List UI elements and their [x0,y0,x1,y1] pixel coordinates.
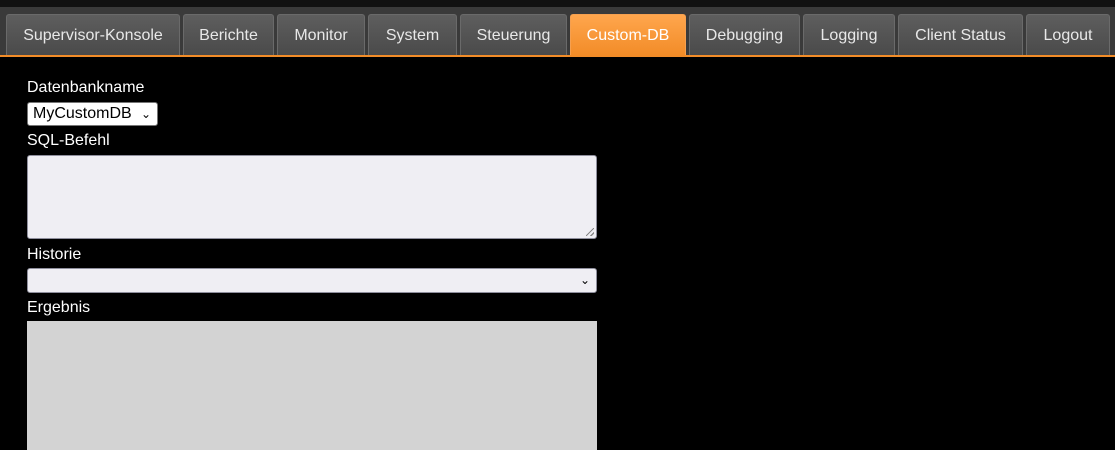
result-area [27,321,597,450]
tab-custom-db[interactable]: Custom-DB [570,14,686,55]
tab-debugging[interactable]: Debugging [689,14,800,55]
tab-berichte[interactable]: Berichte [183,14,274,55]
history-label: Historie [27,246,82,263]
history-select[interactable]: ⌄ [27,268,597,293]
tab-logout[interactable]: Logout [1026,14,1110,55]
database-select-value: MyCustomDB [33,105,132,122]
tab-bar-accent-line [0,55,1115,57]
result-label: Ergebnis [27,299,91,316]
tab-monitor[interactable]: Monitor [277,14,365,55]
tab-system[interactable]: System [368,14,457,55]
resize-grip-icon[interactable] [586,228,594,236]
tab-supervisor-konsole[interactable]: Supervisor-Konsole [6,14,180,55]
sql-label: SQL-Befehl [27,132,110,149]
chevron-down-icon: ⌄ [140,107,151,121]
chevron-down-icon: ⌄ [579,273,590,287]
tab-logging[interactable]: Logging [803,14,895,55]
tab-client-status[interactable]: Client Status [898,14,1023,55]
sql-textarea[interactable] [27,155,597,239]
database-select[interactable]: MyCustomDB ⌄ [27,102,158,126]
tab-steuerung[interactable]: Steuerung [460,14,567,55]
database-label: Datenbankname [27,79,145,96]
page: Supervisor-Konsole Berichte Monitor Syst… [0,0,1115,450]
